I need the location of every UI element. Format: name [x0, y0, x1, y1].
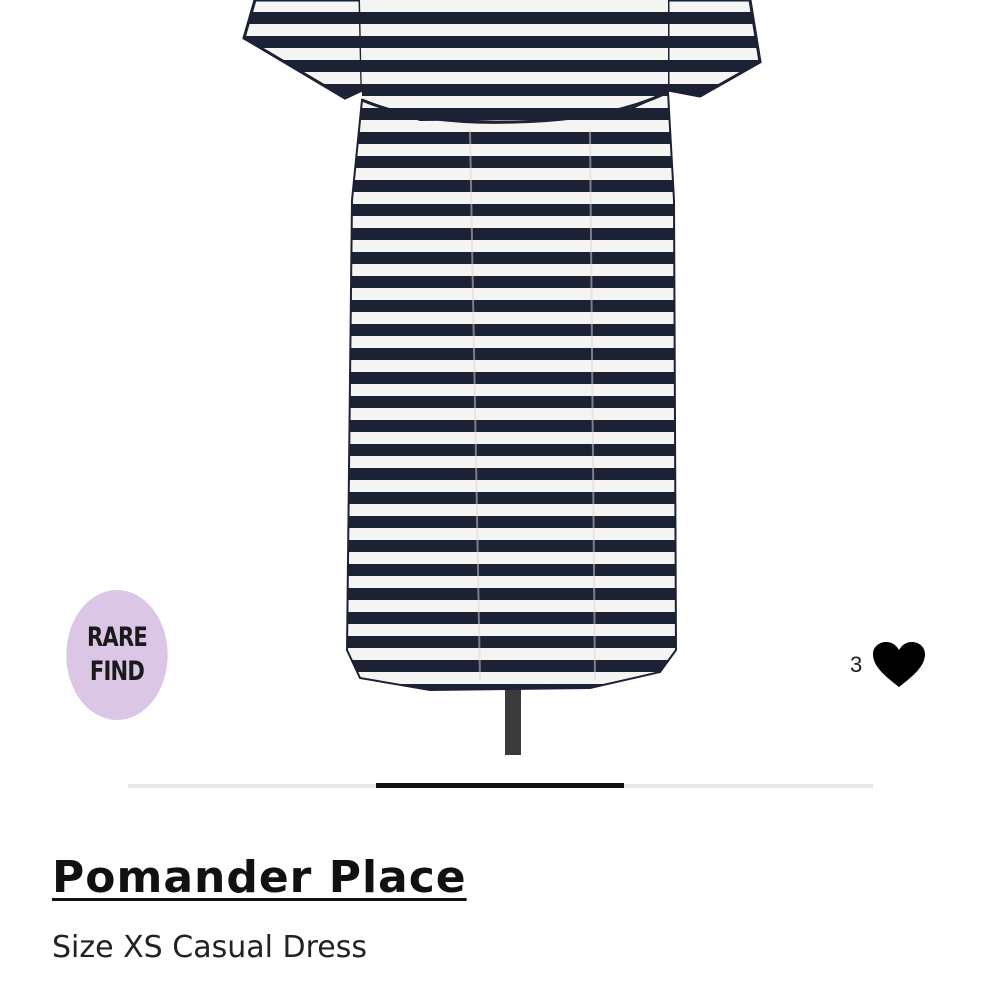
image-carousel-indicator[interactable]	[128, 783, 873, 788]
mannequin-stand	[505, 680, 521, 755]
like-count: 3	[850, 652, 863, 677]
dress-bodice	[360, 0, 668, 120]
rare-find-badge: RARE FIND	[66, 590, 168, 720]
brand-name-link[interactable]: Pomander Place	[52, 852, 467, 903]
carousel-active-indicator	[376, 783, 624, 788]
dress-skirt	[345, 90, 678, 692]
badge-line-1: RARE	[86, 622, 148, 653]
product-listing-page: RARE FIND 3 Pomander Place Size XS Casua…	[0, 0, 1000, 1000]
right-sleeve	[666, 0, 762, 98]
product-subtitle: Size XS Casual Dress	[52, 930, 367, 965]
like-control[interactable]: 3	[850, 640, 926, 690]
left-sleeve	[242, 0, 364, 100]
heart-icon[interactable]	[872, 641, 926, 689]
badge-line-2: FIND	[89, 656, 145, 687]
